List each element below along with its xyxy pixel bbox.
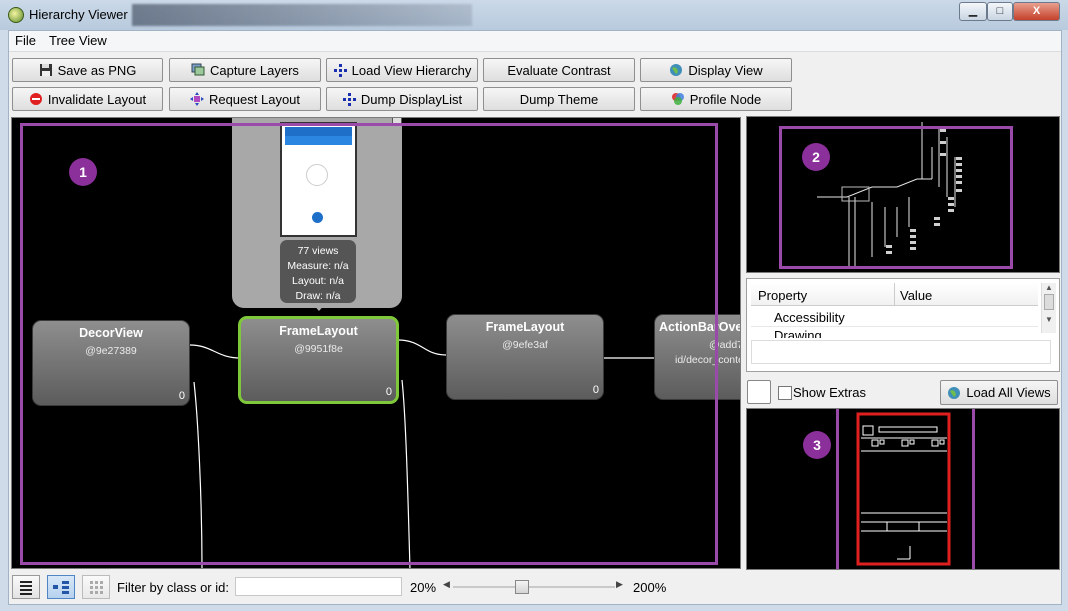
property-detail-box: [751, 340, 1051, 364]
zoom-max-label: 200%: [633, 580, 667, 595]
load-view-hierarchy-button[interactable]: Load View Hierarchy: [326, 58, 478, 82]
profile-circles-icon: [671, 93, 684, 105]
dump-displaylist-label: Dump DisplayList: [360, 91, 463, 107]
capture-layers-button[interactable]: Capture Layers: [169, 58, 321, 82]
value-column-header[interactable]: Value: [900, 288, 932, 303]
menu-file[interactable]: File: [15, 33, 36, 48]
grid-view-button[interactable]: [82, 575, 110, 599]
annotation-box-1: [20, 123, 718, 565]
save-as-png-button[interactable]: Save as PNG: [12, 58, 163, 82]
blurred-title-area: [132, 4, 472, 26]
evaluate-contrast-label: Evaluate Contrast: [507, 62, 611, 78]
row-divider: [751, 326, 1038, 327]
scroll-thumb[interactable]: [1044, 294, 1054, 310]
load-all-views-label: Load All Views: [966, 385, 1051, 400]
grid-dots-icon: [90, 581, 103, 594]
close-button[interactable]: X: [1013, 2, 1060, 21]
capture-layers-label: Capture Layers: [210, 62, 299, 78]
menu-tree-view[interactable]: Tree View: [49, 33, 107, 48]
dump-displaylist-button[interactable]: Dump DisplayList: [326, 87, 478, 111]
properties-scrollbar[interactable]: ▲ ▼: [1041, 283, 1056, 333]
annotation-badge-2: 2: [802, 143, 830, 171]
pixel-perfect-button[interactable]: [47, 575, 75, 599]
tree-layout-button[interactable]: [12, 575, 40, 599]
invalidate-layout-button[interactable]: Invalidate Layout: [12, 87, 163, 111]
minimize-button[interactable]: ▁: [959, 2, 987, 21]
property-column-header[interactable]: Property: [758, 288, 807, 303]
slider-thumb[interactable]: [515, 580, 530, 594]
dump-theme-button[interactable]: Dump Theme: [483, 87, 635, 111]
annotation-badge-3: 3: [803, 431, 831, 459]
save-as-png-label: Save as PNG: [57, 62, 137, 78]
profile-node-button[interactable]: Profile Node: [640, 87, 792, 111]
property-row[interactable]: Drawing: [774, 328, 822, 338]
slider-left-arrow-icon[interactable]: ◀: [443, 579, 450, 590]
properties-panel: Property Value Accessibility Drawing ▲ ▼: [746, 278, 1060, 372]
profile-node-label: Profile Node: [689, 91, 762, 107]
evaluate-contrast-button[interactable]: Evaluate Contrast: [483, 58, 635, 82]
scroll-down-icon[interactable]: ▼: [1042, 315, 1056, 324]
hierarchy-viewer-window: Hierarchy Viewer ▁ □ X File Tree View Sa…: [0, 0, 1068, 611]
zoom-slider[interactable]: ◀ ▶: [441, 578, 626, 596]
tree-nodes-icon: [53, 581, 69, 594]
status-bar: Filter by class or id: 20% ◀ ▶ 200%: [9, 571, 1061, 604]
request-layout-label: Request Layout: [208, 91, 301, 107]
client-area: File Tree View Save as PNG Capture Layer…: [8, 30, 1062, 605]
dump-theme-label: Dump Theme: [519, 91, 599, 107]
show-extras-checkbox[interactable]: [778, 386, 792, 400]
display-view-label: Display View: [688, 62, 763, 78]
move-arrows-icon: [189, 92, 204, 106]
tree-view-canvas[interactable]: 77 views Measure: n/a Layout: n/a Draw: …: [11, 117, 741, 569]
hierarchy-icon: [342, 93, 356, 106]
hierarchy-icon: [333, 64, 347, 77]
show-extras-label: Show Extras: [793, 385, 866, 400]
load-view-hierarchy-label: Load View Hierarchy: [351, 62, 472, 78]
floppy-disk-icon: [39, 64, 52, 76]
request-layout-button[interactable]: Request Layout: [169, 87, 321, 111]
filter-label: Filter by class or id:: [117, 580, 229, 595]
filter-input[interactable]: [235, 577, 402, 596]
invalidate-layout-label: Invalidate Layout: [47, 91, 147, 107]
tree-overview-pane[interactable]: 2: [746, 116, 1060, 273]
column-divider: [894, 283, 895, 305]
annotation-badge-1: 1: [69, 158, 97, 186]
menu-bar: File Tree View: [9, 31, 1061, 52]
globe-icon: [948, 386, 961, 399]
properties-header: Property Value: [751, 283, 1038, 306]
window-title: Hierarchy Viewer: [29, 7, 128, 22]
slider-right-arrow-icon[interactable]: ▶: [616, 579, 623, 590]
app-icon: [8, 7, 24, 23]
scroll-up-icon[interactable]: ▲: [1042, 283, 1056, 292]
align-lines-icon: [20, 581, 32, 595]
annotation-box-3: [836, 409, 975, 569]
maximize-button[interactable]: □: [987, 2, 1013, 21]
layout-view-pane[interactable]: 3: [746, 408, 1060, 570]
no-entry-icon: [29, 93, 42, 105]
color-swatch-button[interactable]: [747, 380, 771, 404]
layers-icon: [191, 63, 205, 76]
zoom-min-label: 20%: [410, 580, 437, 595]
title-bar: Hierarchy Viewer ▁ □ X: [0, 0, 1068, 30]
display-view-button[interactable]: Display View: [640, 58, 792, 82]
globe-icon: [670, 64, 683, 76]
load-all-views-button[interactable]: Load All Views: [940, 380, 1058, 405]
property-row[interactable]: Accessibility: [774, 310, 845, 325]
slider-track: [453, 586, 615, 588]
